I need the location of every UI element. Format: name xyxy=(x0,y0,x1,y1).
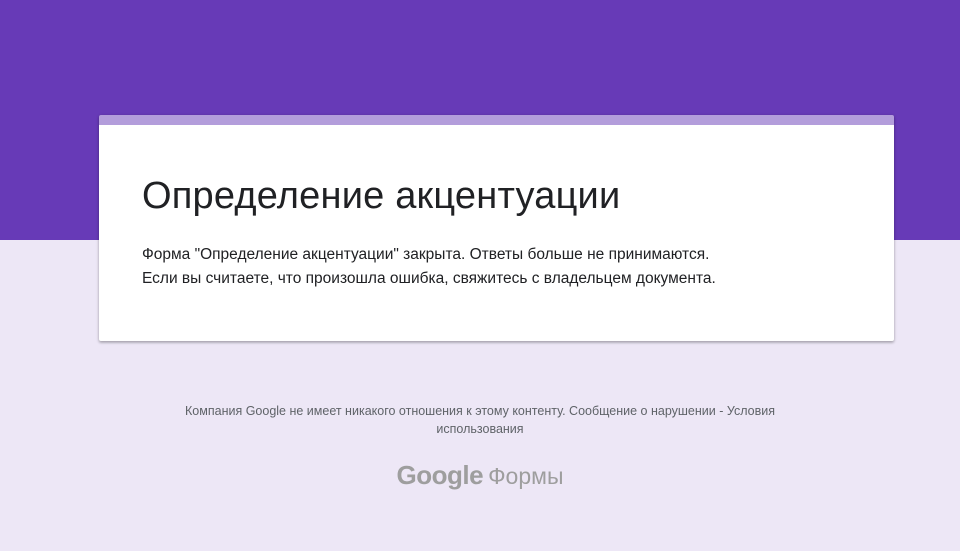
footer-line-1: Компания Google не имеет никакого отноше… xyxy=(0,402,960,420)
closed-message-line: Форма "Определение акцентуации" закрыта.… xyxy=(142,246,710,263)
report-abuse-link[interactable]: Сообщение о нарушении xyxy=(569,404,716,418)
footer-line-2: использования xyxy=(0,420,960,438)
form-closed-message: Форма "Определение акцентуации" закрыта.… xyxy=(142,243,716,291)
form-title: Определение акцентуации xyxy=(142,175,621,217)
terms-link[interactable]: Условия xyxy=(727,404,775,418)
google-forms-logo[interactable]: Google Формы xyxy=(0,460,960,491)
footer: Компания Google не имеет никакого отноше… xyxy=(0,402,960,438)
forms-wordmark: Формы xyxy=(488,463,564,489)
closed-message-line: Если вы считаете, что произошла ошибка, … xyxy=(142,270,716,287)
footer-separator: - xyxy=(715,404,727,418)
terms-link-continued[interactable]: использования xyxy=(436,422,523,436)
google-wordmark: Google xyxy=(396,460,484,490)
closed-form-card: Определение акцентуации Форма "Определен… xyxy=(99,115,894,341)
disclaimer-text: Компания Google не имеет никакого отноше… xyxy=(185,404,566,418)
